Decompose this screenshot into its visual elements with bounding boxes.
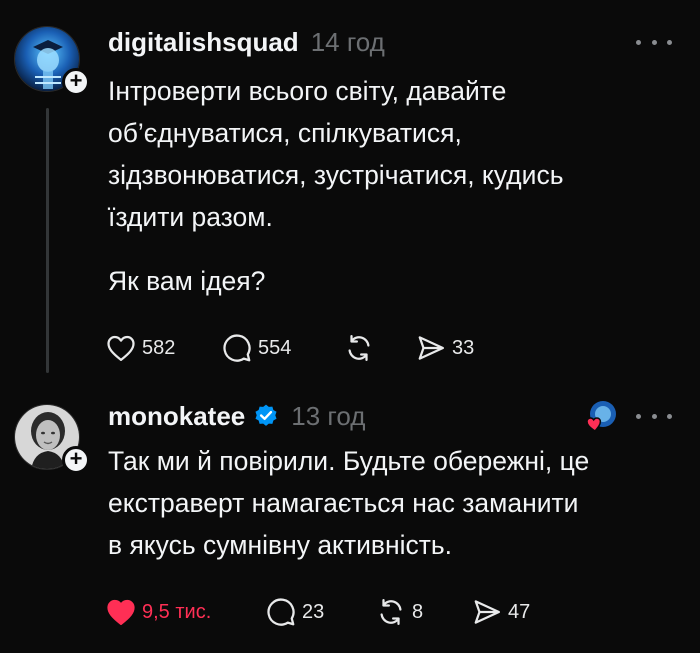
share-count: 47 <box>508 600 531 623</box>
more-icon[interactable] <box>636 32 672 52</box>
repost-count: 8 <box>412 600 424 623</box>
post-text-question: Як вам ідея? <box>108 266 266 296</box>
repost-button[interactable] <box>344 333 416 363</box>
share-icon <box>418 336 444 360</box>
like-button[interactable]: 582 <box>106 334 222 362</box>
avatar-monokatee[interactable]: + <box>14 404 90 474</box>
comment-count: 554 <box>258 336 292 359</box>
post-text-line: зідзвонюватися, зустрічатися, кудись <box>108 160 564 190</box>
comment-count: 23 <box>302 600 325 623</box>
share-count: 33 <box>452 336 475 359</box>
post-text-line: екстраверт намагається нас заманити <box>108 488 579 518</box>
comment-button[interactable]: 554 <box>222 333 344 363</box>
action-bar: 9,5 тис. 23 8 47 <box>106 592 530 632</box>
heart-icon <box>107 599 135 625</box>
comment-icon <box>267 598 295 626</box>
share-icon <box>474 600 500 624</box>
post-text: Інтроверти всього світу, давайте об’єдну… <box>108 70 688 238</box>
post-text-line: об’єднуватися, спілкуватися, <box>108 118 462 148</box>
like-count: 582 <box>142 336 176 359</box>
username[interactable]: monokatee <box>108 401 245 432</box>
plus-icon[interactable]: + <box>62 68 90 96</box>
thread-line <box>46 108 49 373</box>
like-count: 9,5 тис. <box>142 600 212 623</box>
verified-icon <box>255 404 277 426</box>
timestamp: 13 год <box>291 400 366 431</box>
post-text-line: їздити разом. <box>108 202 273 232</box>
post-digitalishsquad: + digitalishsquad 14 год Інтроверти всьо… <box>0 0 700 390</box>
avatar-digitalishsquad[interactable]: + <box>14 26 90 96</box>
post-header: monokatee 13 год <box>108 396 365 436</box>
comment-button[interactable]: 23 <box>266 597 376 627</box>
more-icon[interactable] <box>636 406 672 426</box>
timestamp: 14 год <box>310 26 385 57</box>
post-text-line: в якусь сумнівну активність. <box>108 530 453 560</box>
like-button[interactable]: 9,5 тис. <box>106 598 266 626</box>
repost-icon <box>348 335 370 361</box>
share-button[interactable]: 33 <box>416 333 474 363</box>
post-header: digitalishsquad 14 год <box>108 22 385 62</box>
post-text: Так ми й повірили. Будьте обережні, це е… <box>108 440 688 566</box>
author-liked-avatar <box>586 398 620 432</box>
username[interactable]: digitalishsquad <box>108 27 299 58</box>
post-text-line: Так ми й повірили. Будьте обережні, це <box>108 446 590 476</box>
heart-icon <box>107 335 135 361</box>
action-bar: 582 554 33 <box>106 328 474 368</box>
post-monokatee: + monokatee 13 год Так ми й повірили. Бу… <box>0 390 700 653</box>
repost-button[interactable]: 8 <box>376 597 472 627</box>
plus-icon[interactable]: + <box>62 446 90 474</box>
comment-icon <box>223 334 251 362</box>
share-button[interactable]: 47 <box>472 597 530 627</box>
repost-icon <box>380 599 402 625</box>
post-text-line: Інтроверти всього світу, давайте <box>108 76 507 106</box>
